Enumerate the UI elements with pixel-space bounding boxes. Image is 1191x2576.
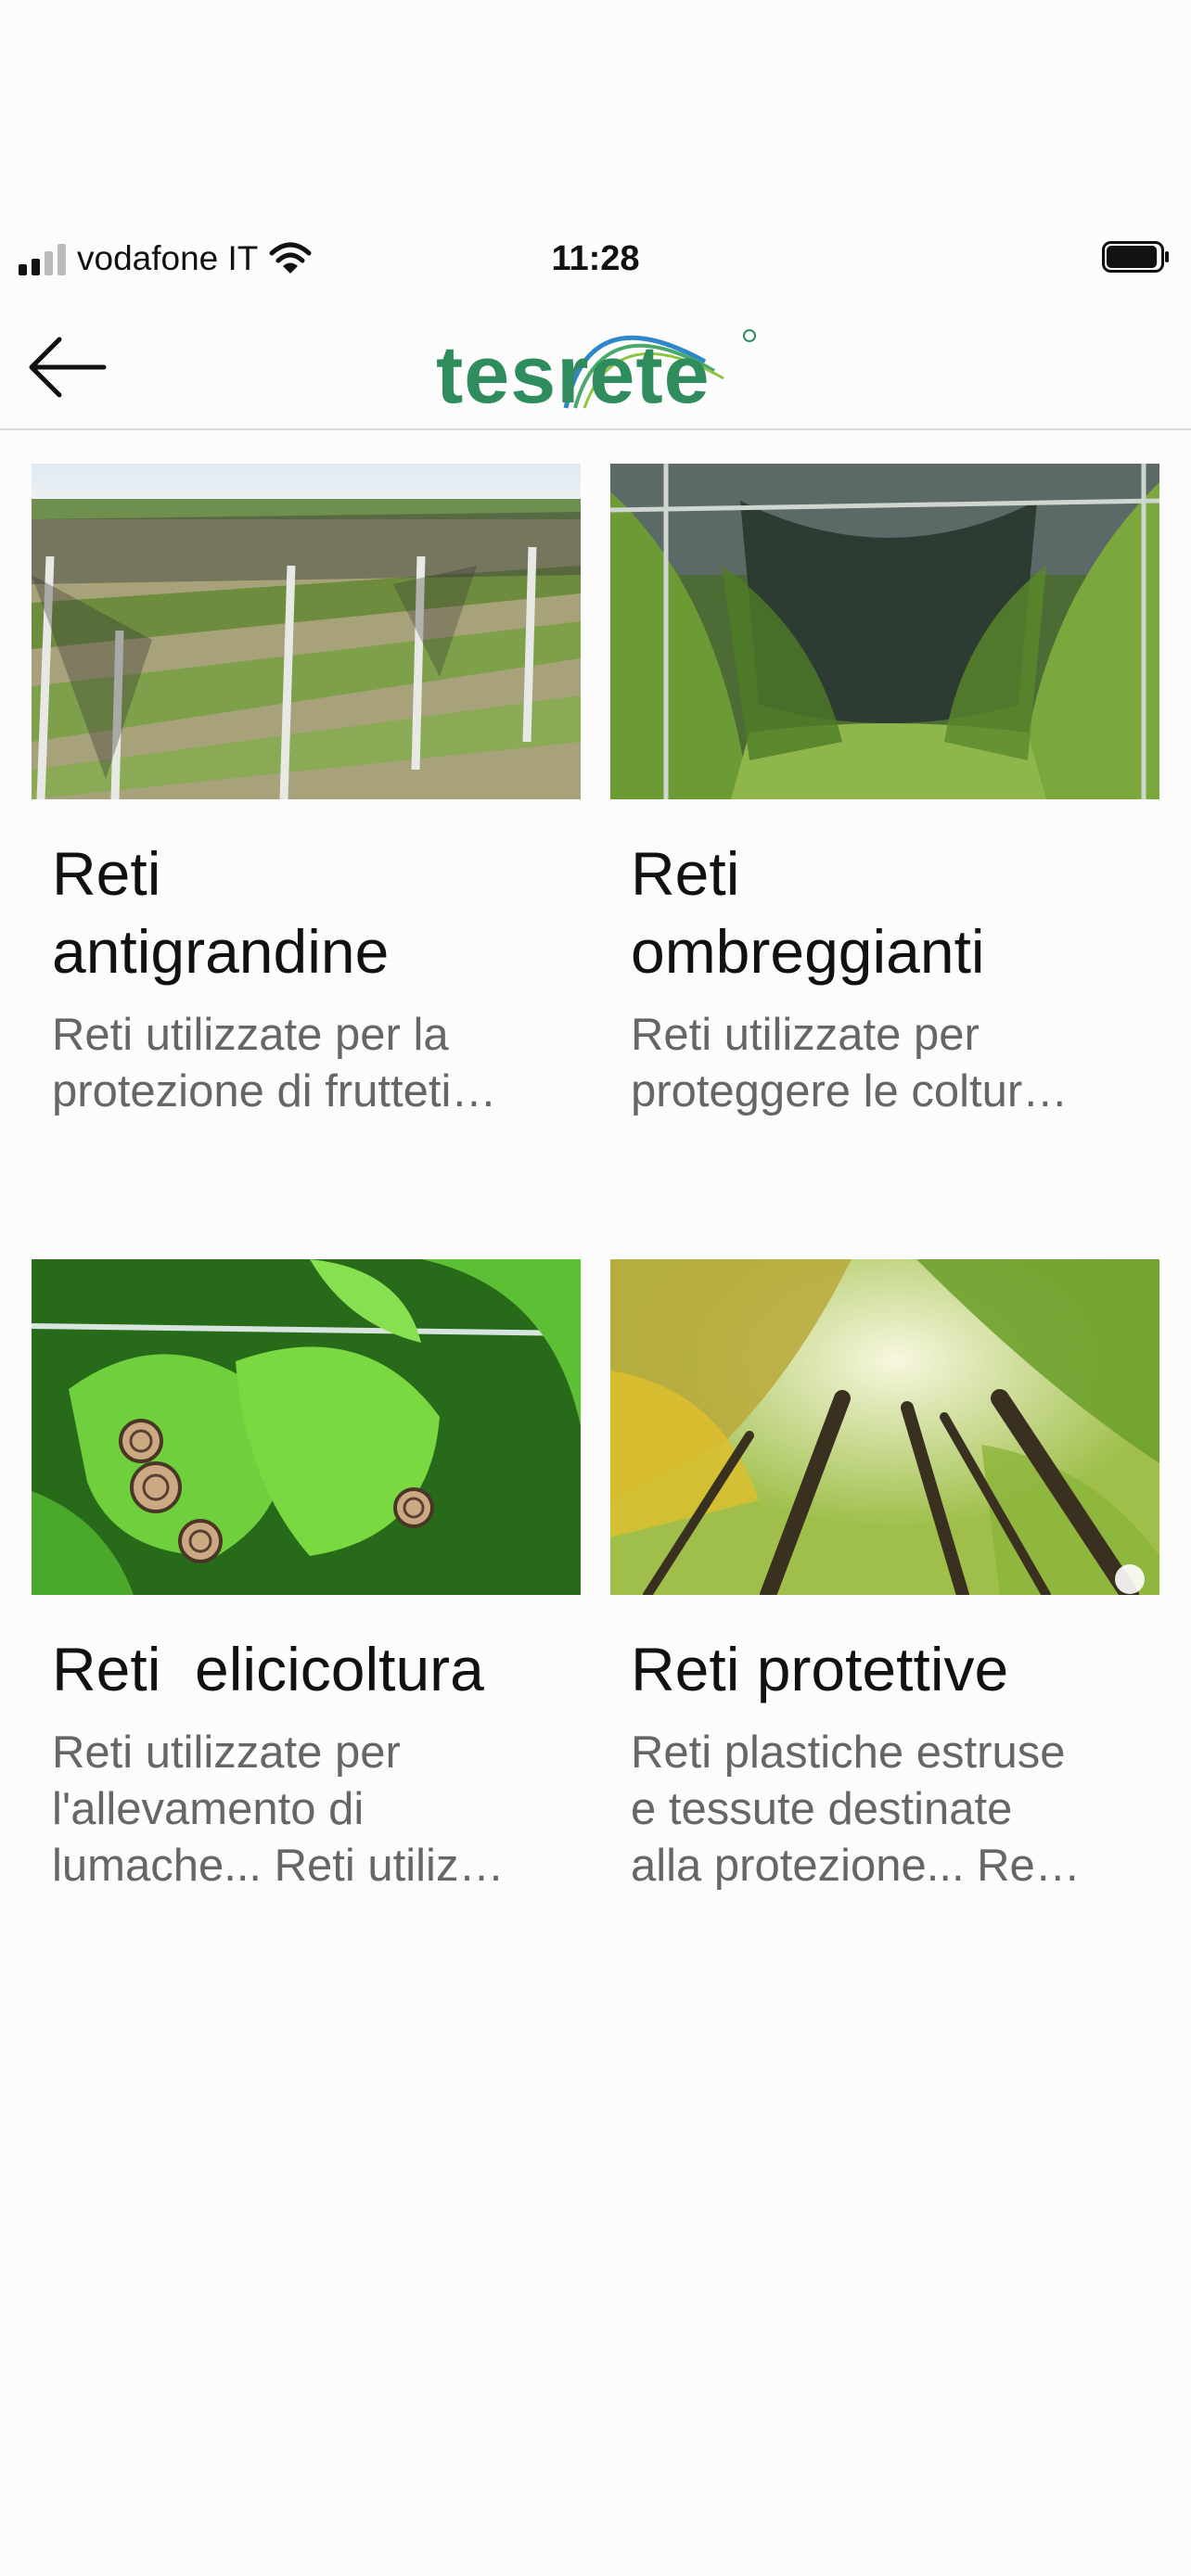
product-description: Reti utilizzate per la protezione di fru… <box>52 1010 497 1116</box>
product-title: Reti elicicoltura <box>52 1635 484 1703</box>
product-title: Reti protettive <box>631 1635 1009 1703</box>
product-card-protettive[interactable]: Reti protettive Reti plastiche estruse e… <box>610 1259 1159 1894</box>
arrow-left-icon <box>29 337 107 398</box>
product-title: Reti antigrandine <box>52 839 390 986</box>
back-button[interactable] <box>26 330 119 404</box>
logo-text: tesrete <box>436 328 711 420</box>
battery-icon <box>1102 241 1169 273</box>
navigation-bar: tesrete <box>0 306 1191 430</box>
forest-canopy-photo <box>610 1259 1159 1595</box>
snails-on-leaves-photo <box>32 1259 581 1595</box>
brand-logo: tesrete <box>436 306 761 427</box>
clock: 11:28 <box>551 239 640 278</box>
product-description: Reti utilizzate per proteggere le coltur… <box>631 1010 1069 1116</box>
product-card-elicicoltura[interactable]: Reti elicicoltura Reti utilizzate per l'… <box>32 1259 581 1894</box>
product-description: Reti plastiche estruse e tessute destina… <box>631 1728 1081 1891</box>
product-title: Reti ombreggianti <box>631 839 985 986</box>
product-card-ombreggianti[interactable]: Reti ombreggianti Reti utilizzate per pr… <box>610 464 1159 1120</box>
shade-net-orchard-photo <box>610 464 1159 799</box>
product-card-antigrandine[interactable]: Reti antigrandine Reti utilizzate per la… <box>32 464 581 1120</box>
orchard-hail-nets-photo <box>32 464 581 799</box>
status-bar: vodafone IT 11:28 <box>0 213 1191 306</box>
product-description: Reti utilizzate per l'allevamento di lum… <box>52 1728 505 1891</box>
